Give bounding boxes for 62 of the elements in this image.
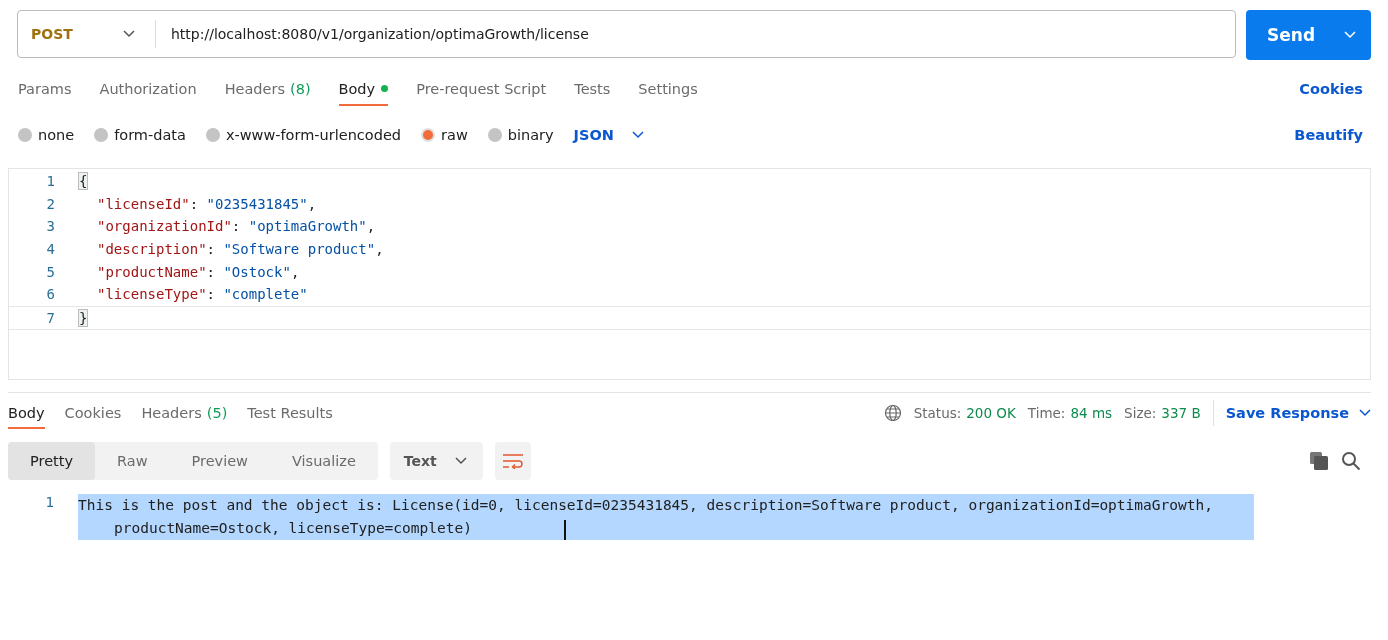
- code-editor[interactable]: 1 { 2 "licenseId": "0235431845", 3 "organizationId": "optimaGrowth", 4 "description": "Software product", 5 "productName": "Ostock", 6 "licenseType": "complete" 7 }: [8, 168, 1371, 380]
- response-tab[interactable]: Headers (5): [141, 397, 228, 429]
- response-tab[interactable]: Test Results: [247, 397, 333, 429]
- response-text: This is the post and the object is: License(id=0, licenseId=0235431845, description=Software product, organizationId=optimaGrowth, productName=Ostock, licenseType=complete): [78, 494, 1254, 540]
- request-tab[interactable]: Pre-request Script: [416, 72, 547, 106]
- code-line: "organizationId": "optimaGrowth",: [96, 218, 376, 235]
- send-button[interactable]: Send: [1246, 10, 1371, 60]
- chevron-down-icon: [1344, 31, 1356, 39]
- request-tab[interactable]: Authorization: [99, 72, 197, 106]
- radio-label: none: [38, 127, 75, 143]
- save-response-button[interactable]: Save Response: [1225, 405, 1371, 421]
- meta-value: 200 OK: [966, 405, 1016, 421]
- meta-label: Status:: [913, 405, 962, 421]
- body-type-radio[interactable]: form-data: [94, 127, 186, 143]
- code-line: "licenseType": "complete": [96, 286, 308, 303]
- line-number: 6: [45, 286, 56, 303]
- view-mode-tab[interactable]: Pretty: [8, 442, 95, 480]
- code-line: "description": "Software product",: [96, 241, 384, 258]
- line-number: 4: [45, 241, 56, 258]
- meta-label: Time:: [1027, 405, 1066, 421]
- wrap-lines-button[interactable]: [494, 442, 531, 480]
- request-tab[interactable]: Tests: [574, 72, 611, 106]
- beautify-link[interactable]: Beautify: [1294, 127, 1371, 143]
- view-mode-tab[interactable]: Preview: [169, 442, 270, 480]
- body-type-radio[interactable]: none: [18, 127, 75, 143]
- code-line: "productName": "Ostock",: [96, 263, 300, 280]
- request-tab[interactable]: Headers (8): [224, 72, 311, 106]
- meta-label: Size:: [1124, 405, 1157, 421]
- line-number: 7: [45, 309, 56, 326]
- line-number: 2: [45, 195, 56, 212]
- view-mode-tab[interactable]: Visualize: [270, 442, 378, 480]
- radio-label: form-data: [114, 127, 186, 143]
- response-tab[interactable]: Body: [8, 397, 45, 429]
- line-number: 1: [44, 494, 55, 512]
- chevron-down-icon: [123, 30, 135, 38]
- format-dropdown[interactable]: JSON: [573, 127, 644, 143]
- line-number: 3: [45, 218, 56, 235]
- request-tab[interactable]: Params: [18, 72, 72, 106]
- method-dropdown[interactable]: POST: [18, 20, 156, 48]
- meta-value: 84 ms: [1070, 405, 1113, 421]
- copy-icon[interactable]: [1309, 451, 1329, 471]
- response-tab[interactable]: Cookies: [64, 397, 122, 429]
- view-mode-tab[interactable]: Raw: [95, 442, 170, 480]
- cookies-link[interactable]: Cookies: [1299, 81, 1371, 97]
- url-input[interactable]: http://localhost:8080/v1/organization/optimaGrowth/license: [156, 26, 589, 42]
- body-type-radio[interactable]: binary: [487, 127, 554, 143]
- wrap-lines-icon: [501, 453, 524, 469]
- radio-label: raw: [441, 127, 468, 143]
- response-format-dropdown[interactable]: Text: [389, 442, 483, 480]
- request-tab[interactable]: Settings: [638, 72, 698, 106]
- meta-value: 337 B: [1161, 405, 1201, 421]
- chevron-down-icon: [454, 457, 467, 465]
- request-tab[interactable]: Body: [338, 72, 389, 106]
- search-icon[interactable]: [1341, 451, 1361, 471]
- chevron-down-icon: [631, 131, 644, 139]
- body-type-radio[interactable]: raw: [421, 127, 468, 143]
- line-number: 1: [45, 173, 56, 190]
- globe-icon[interactable]: [883, 404, 902, 422]
- chevron-down-icon: [1359, 409, 1371, 417]
- code-line: "licenseId": "0235431845",: [96, 195, 317, 212]
- radio-label: binary: [507, 127, 554, 143]
- line-number: 5: [45, 263, 56, 280]
